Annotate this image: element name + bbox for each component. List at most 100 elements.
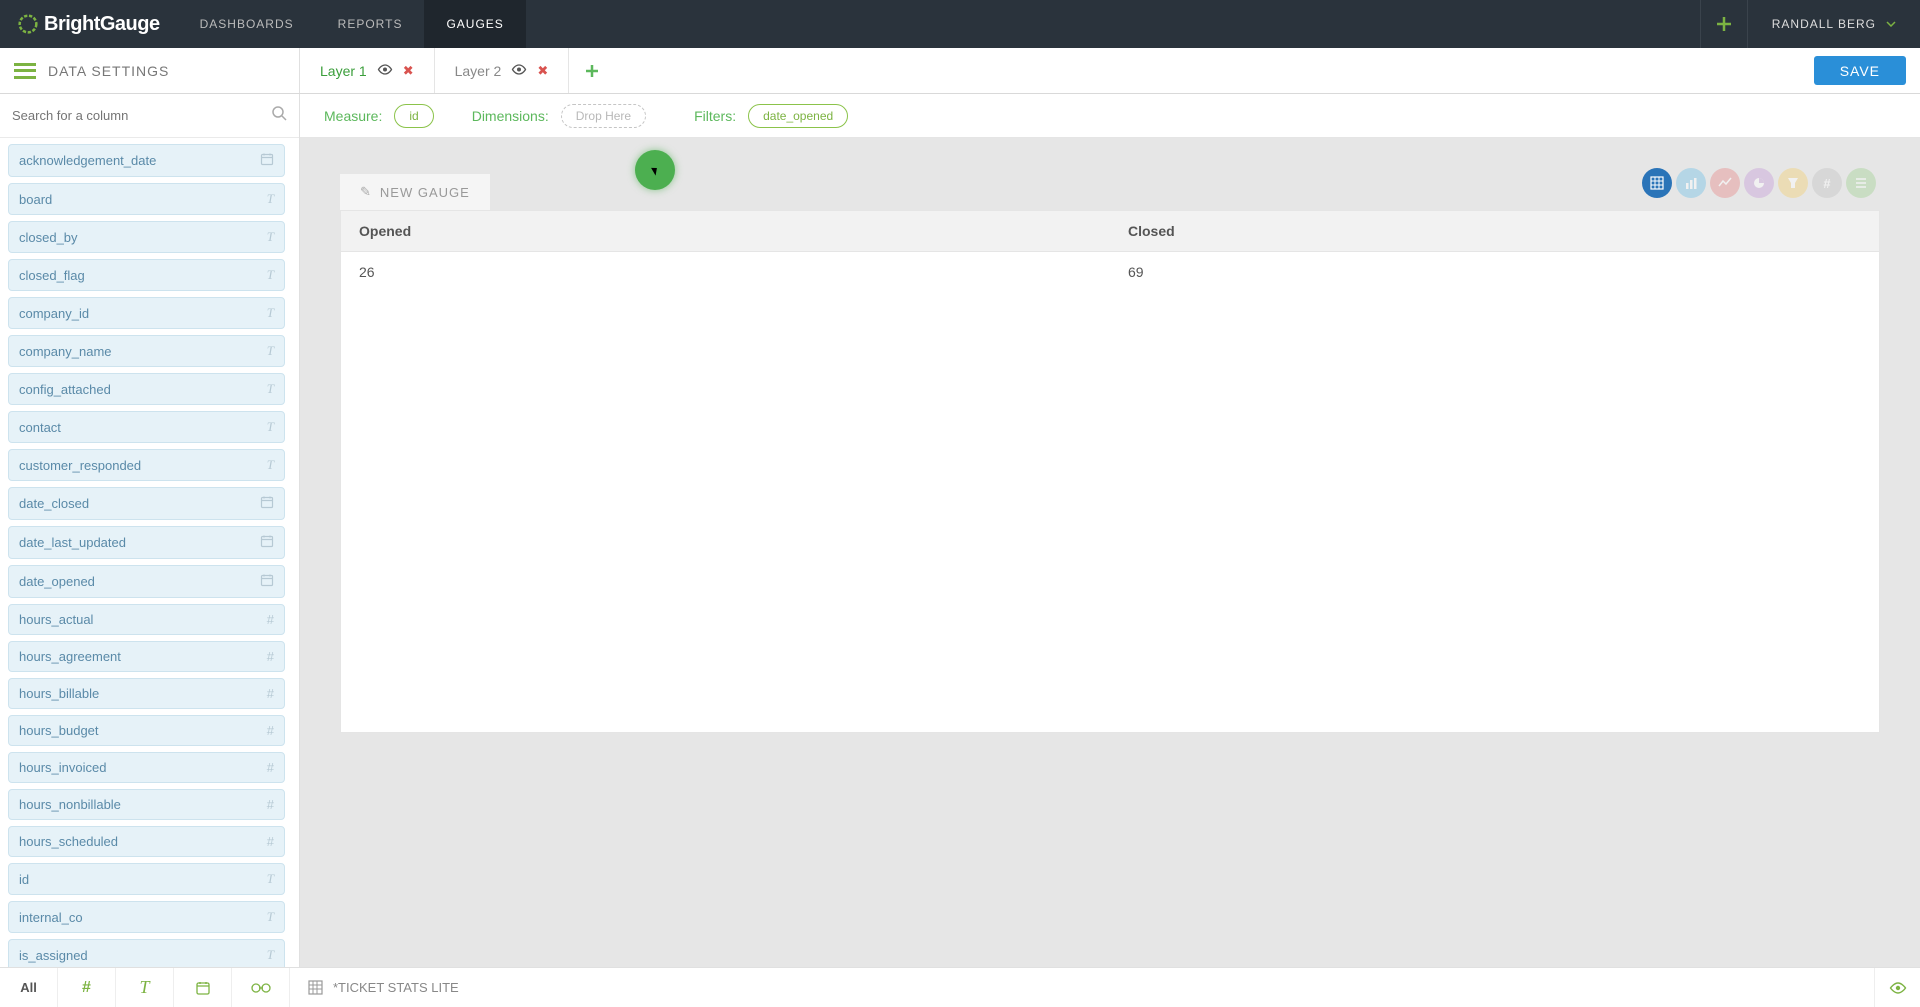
column-name: internal_co [19,910,83,925]
column-list[interactable]: acknowledgement_dateboard Tclosed_byTclos… [0,138,299,967]
column-item[interactable]: internal_coT [8,901,285,933]
logo-icon [18,14,38,34]
column-type-icon: T [267,305,274,321]
column-item[interactable]: hours_actual # [8,604,285,635]
user-name: RANDALL BERG [1772,17,1876,31]
close-icon[interactable]: ✖ [403,63,414,79]
filter-chip[interactable]: date_opened [748,104,848,128]
save-button[interactable]: SAVE [1814,56,1906,85]
user-menu[interactable]: RANDALL BERG [1748,17,1920,31]
brand-text: BrightGauge [44,13,160,36]
column-name: company_id [19,306,89,321]
column-type-icon: # [267,686,274,701]
dimensions-dropzone[interactable]: Drop Here [561,104,646,128]
column-name: id [19,872,29,887]
filters-label: Filters: [694,108,736,124]
dataset-indicator[interactable]: *TICKET STATS LITE [290,968,477,1007]
column-name: hours_invoiced [19,760,106,775]
column-type-icon: # [267,649,274,664]
filter-text[interactable]: T [116,968,174,1007]
top-nav: BrightGauge DASHBOARDS REPORTS GAUGES RA… [0,0,1920,48]
chart-type-table[interactable] [1642,168,1672,198]
table-row: 26 69 [341,252,1879,292]
column-item[interactable]: config_attachedT [8,373,285,405]
column-item[interactable]: hours_billable # [8,678,285,709]
column-item[interactable]: company_id T [8,297,285,329]
column-type-icon: T [267,191,274,207]
column-search-input[interactable] [12,108,272,123]
measure-chip[interactable]: id [394,104,433,128]
nav-gauges[interactable]: GAUGES [424,0,525,48]
column-name: hours_actual [19,612,93,627]
sidebar-toggle[interactable] [14,63,36,79]
column-item[interactable]: hours_nonbillable# [8,789,285,820]
calendar-icon [195,980,211,996]
column-item[interactable]: closed_byT [8,221,285,253]
layer-tab-1[interactable]: Layer 1 ✖ [300,48,435,93]
column-item[interactable]: contactT [8,411,285,443]
chart-type-list[interactable] [1846,168,1876,198]
column-item[interactable]: hours_scheduled# [8,826,285,857]
preview-toggle[interactable] [1874,968,1920,1007]
sidebar-title: DATA SETTINGS [48,63,169,79]
gauge-title-tab[interactable]: ✎ NEW GAUGE [340,174,490,210]
brand-logo[interactable]: BrightGauge [0,13,178,36]
column-type-icon: # [267,723,274,738]
column-type-icon: # [267,612,274,627]
filter-link[interactable] [232,968,290,1007]
column-name: customer_responded [19,458,141,473]
search-icon[interactable] [272,106,287,125]
column-type-icon: T [267,267,274,283]
config-row: Measure: id Dimensions: Drop Here Filter… [300,94,1920,138]
column-type-icon: # [267,760,274,775]
column-type-icon: # [267,834,274,849]
nav-reports[interactable]: REPORTS [316,0,425,48]
column-name: date_opened [19,574,95,589]
column-item[interactable]: closed_flag T [8,259,285,291]
column-item[interactable]: company_nameT [8,335,285,367]
column-type-icon: T [267,457,274,473]
chart-type-line[interactable] [1710,168,1740,198]
column-item[interactable]: customer_responded T [8,449,285,481]
column-item[interactable]: date_closed [8,487,285,520]
column-item[interactable]: is_assignedT [8,939,285,967]
canvas: Measure: id Dimensions: Drop Here Filter… [300,94,1920,967]
column-item[interactable]: hours_agreement # [8,641,285,672]
column-name: contact [19,420,61,435]
column-type-icon: T [267,343,274,359]
eye-icon[interactable] [377,63,393,78]
chart-type-pie[interactable] [1744,168,1774,198]
column-name: is_assigned [19,948,88,963]
chart-type-number[interactable]: # [1812,168,1842,198]
bottom-bar: All # T *TICKET STATS LITE [0,967,1920,1007]
column-item[interactable]: hours_budget# [8,715,285,746]
column-item[interactable]: hours_invoiced # [8,752,285,783]
column-type-icon: T [267,229,274,245]
column-item[interactable]: board T [8,183,285,215]
dimensions-label: Dimensions: [472,108,549,124]
column-name: board [19,192,52,207]
column-item[interactable]: acknowledgement_date [8,144,285,177]
add-layer-button[interactable] [569,48,615,93]
column-item[interactable]: idT [8,863,285,895]
chart-type-funnel[interactable] [1778,168,1808,198]
column-item[interactable]: date_last_updated [8,526,285,559]
nav-dashboards[interactable]: DASHBOARDS [178,0,316,48]
column-item[interactable]: date_opened [8,565,285,598]
table-header-closed[interactable]: Closed [1110,211,1879,251]
chart-type-bar[interactable] [1676,168,1706,198]
close-icon[interactable]: ✖ [537,63,548,79]
table-header-opened[interactable]: Opened [341,211,1110,251]
layer-2-label: Layer 2 [455,63,502,79]
nav-add-button[interactable] [1700,0,1748,48]
eye-icon[interactable] [511,63,527,78]
column-name: config_attached [19,382,111,397]
cursor-indicator [635,150,675,190]
layer-tab-2[interactable]: Layer 2 ✖ [435,48,570,93]
filter-all[interactable]: All [0,968,58,1007]
filter-date[interactable] [174,968,232,1007]
column-name: closed_flag [19,268,85,283]
filter-number[interactable]: # [58,968,116,1007]
column-name: hours_billable [19,686,99,701]
column-name: hours_agreement [19,649,121,664]
